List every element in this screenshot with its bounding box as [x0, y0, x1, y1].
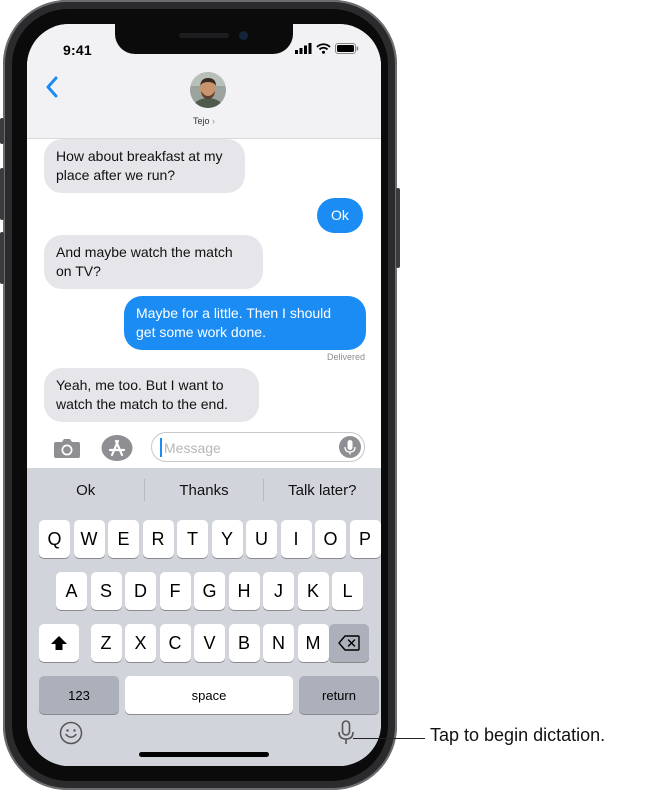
battery-icon — [335, 43, 359, 54]
delivered-status: Delivered — [326, 352, 365, 362]
key-y[interactable]: Y — [211, 520, 243, 558]
status-icons — [295, 43, 359, 54]
key-c[interactable]: C — [159, 624, 191, 662]
suggestion-ok[interactable]: Ok — [27, 482, 144, 499]
home-indicator — [139, 752, 269, 757]
delete-key[interactable] — [329, 624, 369, 662]
contact-avatar[interactable] — [190, 72, 226, 108]
key-j[interactable]: J — [263, 572, 294, 610]
suggestion-talk-later[interactable]: Talk later? — [264, 482, 381, 499]
volume-down-button — [0, 232, 4, 284]
iphone-frame: 9:41 Tejo › How about breakfast at my pl… — [0, 0, 400, 790]
key-m[interactable]: M — [297, 624, 329, 662]
key-u[interactable]: U — [246, 520, 277, 558]
emoji-icon[interactable] — [59, 721, 83, 745]
front-camera — [239, 31, 248, 40]
key-i[interactable]: I — [280, 520, 312, 558]
key-d[interactable]: D — [125, 572, 156, 610]
keyboard: Ok Thanks Talk later? Q W E R T Y U I O … — [27, 468, 381, 766]
key-a[interactable]: A — [56, 572, 87, 610]
notch — [115, 24, 293, 54]
camera-icon[interactable] — [53, 437, 81, 459]
key-z[interactable]: Z — [90, 624, 122, 662]
space-key[interactable]: space — [125, 676, 293, 714]
screen: 9:41 Tejo › How about breakfast at my pl… — [27, 24, 381, 766]
numbers-key[interactable]: 123 — [39, 676, 119, 714]
message-bubble-incoming: Yeah, me too. But I want to watch the ma… — [44, 368, 259, 422]
key-g[interactable]: G — [194, 572, 225, 610]
message-field[interactable] — [151, 432, 365, 462]
key-s[interactable]: S — [90, 572, 122, 610]
key-t[interactable]: T — [177, 520, 208, 558]
predictive-bar: Ok Thanks Talk later? — [27, 468, 381, 512]
shift-icon — [51, 636, 67, 650]
key-e[interactable]: E — [108, 520, 139, 558]
dictation-icon[interactable] — [337, 720, 355, 746]
message-bubble-outgoing: Maybe for a little. Then I should get so… — [124, 296, 366, 350]
key-l[interactable]: L — [332, 572, 363, 610]
key-k[interactable]: K — [297, 572, 329, 610]
app-store-icon[interactable] — [101, 434, 133, 462]
volume-up-button — [0, 168, 4, 220]
message-bubble-incoming: How about breakfast at my place after we… — [44, 139, 245, 193]
callout-line — [353, 738, 425, 739]
key-v[interactable]: V — [194, 624, 225, 662]
key-p[interactable]: P — [349, 520, 381, 558]
back-chevron-icon[interactable] — [45, 76, 59, 98]
speaker-grille — [179, 33, 229, 38]
key-b[interactable]: B — [228, 624, 260, 662]
key-o[interactable]: O — [315, 520, 346, 558]
key-f[interactable]: F — [159, 572, 191, 610]
signal-icon — [295, 43, 312, 54]
side-button — [396, 188, 400, 268]
key-w[interactable]: W — [73, 520, 105, 558]
wifi-icon — [316, 43, 331, 54]
key-x[interactable]: X — [125, 624, 156, 662]
return-key[interactable]: return — [299, 676, 379, 714]
contact-name[interactable]: Tejo › — [27, 116, 381, 126]
message-bubble-outgoing: Ok — [317, 198, 363, 233]
key-r[interactable]: R — [142, 520, 174, 558]
message-input-bar — [27, 428, 381, 468]
message-bubble-incoming: And maybe watch the match on TV? — [44, 235, 263, 289]
status-time: 9:41 — [63, 42, 92, 58]
dictation-callout: Tap to begin dictation. — [430, 725, 606, 745]
key-q[interactable]: Q — [39, 520, 70, 558]
delete-icon — [338, 635, 360, 651]
mute-switch — [0, 118, 4, 144]
suggestion-thanks[interactable]: Thanks — [145, 482, 262, 499]
key-h[interactable]: H — [228, 572, 260, 610]
key-n[interactable]: N — [263, 624, 294, 662]
shift-key[interactable] — [39, 624, 79, 662]
message-input[interactable] — [162, 437, 336, 459]
microphone-icon[interactable] — [339, 436, 361, 458]
